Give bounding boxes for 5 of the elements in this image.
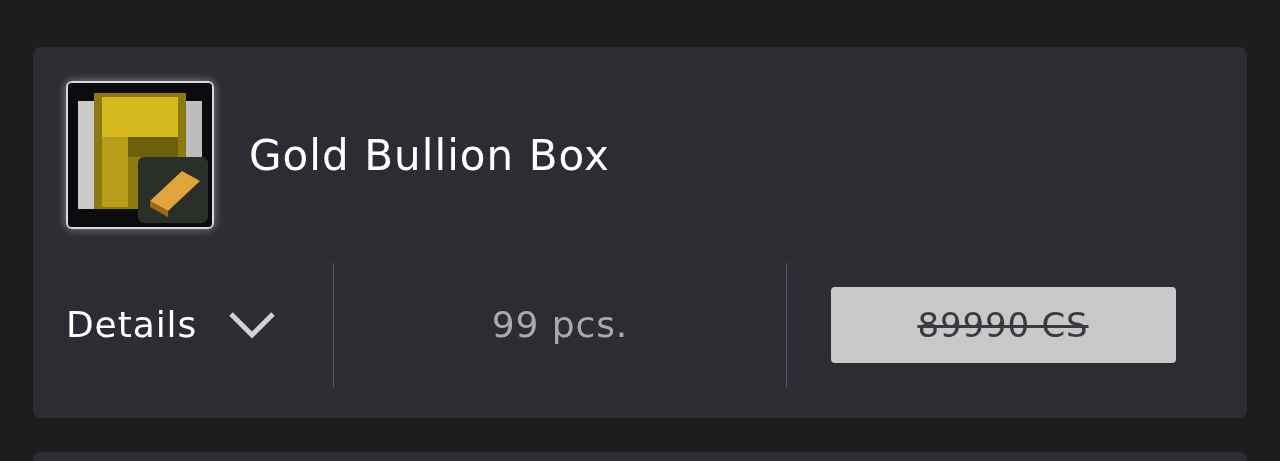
item-title: Gold Bullion Box [249,129,610,182]
details-toggle[interactable]: Details [33,298,333,352]
quantity-text: 99 pcs. [491,303,629,347]
chevron-icon [227,310,278,340]
price-button[interactable]: 89990 CS [830,287,1176,363]
